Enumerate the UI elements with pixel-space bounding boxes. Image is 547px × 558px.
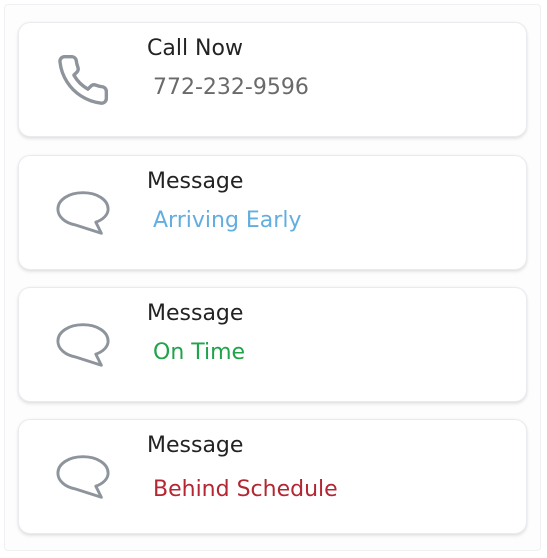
arriving-early-status: Arriving Early (153, 208, 302, 233)
message-arriving-early-button[interactable]: Message Arriving Early (18, 155, 527, 270)
chat-bubble-icon (55, 315, 111, 375)
chat-bubble-icon (55, 183, 111, 243)
on-time-status: On Time (153, 340, 246, 365)
call-now-button[interactable]: Call Now 772-232-9596 (18, 22, 527, 137)
message-label: Message (147, 433, 244, 458)
phone-icon (55, 50, 111, 110)
message-label: Message (147, 169, 244, 194)
message-on-time-button[interactable]: Message On Time (18, 287, 527, 402)
message-behind-schedule-button[interactable]: Message Behind Schedule (18, 419, 527, 534)
behind-schedule-status: Behind Schedule (153, 477, 338, 502)
call-now-label: Call Now (147, 36, 243, 61)
chat-bubble-icon (55, 447, 111, 507)
phone-number: 772-232-9596 (153, 75, 309, 100)
message-label: Message (147, 301, 244, 326)
